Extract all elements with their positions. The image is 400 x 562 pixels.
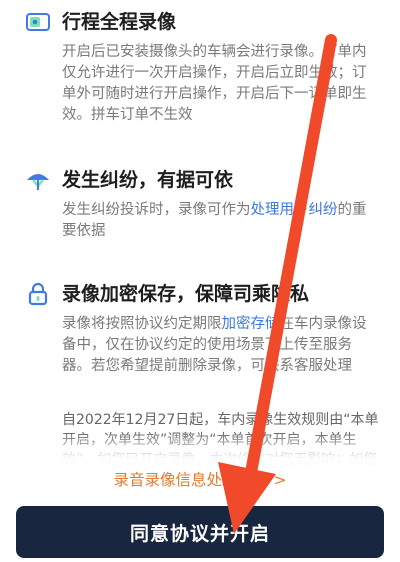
agree-and-enable-button[interactable]: 同意协议并开启	[16, 506, 384, 558]
section-description: 发生纠纷投诉时，录像可作为处理用户纠纷的重要依据	[62, 200, 380, 242]
dispute-handling-link[interactable]: 处理用户纠纷	[251, 202, 338, 218]
recording-agreement-link[interactable]: 录音录像信息处理协议 >	[0, 470, 400, 490]
encrypted-storage-link[interactable]: 加密存储	[222, 316, 280, 332]
section-description: 开启后已安装摄像头的车辆会进行录像。订单内仅允许进行一次开启操作，开启后立即生效…	[62, 44, 367, 123]
description-text: 发生纠纷投诉时，录像可作为	[62, 202, 251, 218]
section-description: 录像将按照协议约定期限加密存储在车内录像设备中，仅在协议约定的使用场景下上传至服…	[62, 314, 380, 377]
umbrella-shield-icon	[24, 166, 52, 194]
section-title: 发生纠纷，有据可依	[62, 169, 234, 191]
lock-icon	[24, 280, 52, 308]
camera-card-icon	[24, 8, 52, 36]
section-title: 行程全程录像	[62, 11, 177, 33]
description-text: 录像将按照协议约定期限	[62, 316, 222, 332]
section-title: 录像加密保存，保障司乘隐私	[62, 283, 310, 305]
